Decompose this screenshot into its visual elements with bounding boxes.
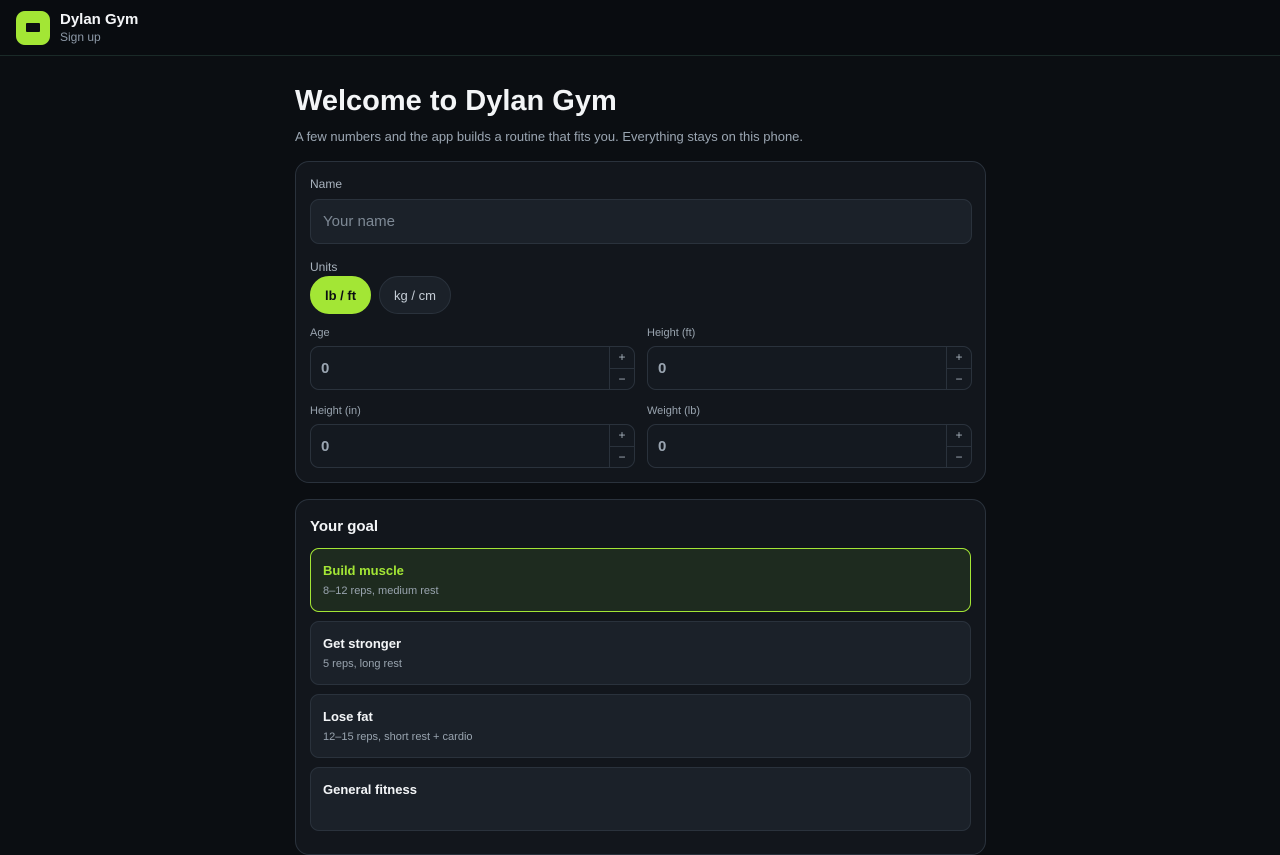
height-in-field: Height (in) + −: [310, 404, 635, 468]
measurements-grid: Age + − Height (ft) + −: [310, 326, 972, 468]
units-toggle: lb / ft kg / cm: [310, 276, 971, 314]
weight-label: Weight (lb): [647, 405, 700, 417]
signup-form: Welcome to Dylan Gym A few numbers and t…: [295, 56, 986, 855]
brand: Dylan Gym Sign up: [60, 10, 138, 45]
goal-option-desc: 12–15 reps, short rest + cardio: [323, 731, 473, 743]
height-in-label: Height (in): [310, 405, 361, 417]
top-bar: Dylan Gym Sign up: [0, 0, 1280, 56]
age-label: Age: [310, 327, 330, 339]
goal-option-name: Get stronger: [323, 636, 402, 651]
height-in-step-buttons: + −: [609, 425, 634, 467]
height-in-increment-button[interactable]: +: [610, 425, 634, 446]
units-imperial-button[interactable]: lb / ft: [310, 276, 372, 314]
app-subtitle: Sign up: [60, 30, 101, 44]
height-ft-label: Height (ft): [647, 327, 696, 339]
height-ft-stepper: + −: [647, 346, 972, 390]
page-subtitle: A few numbers and the app builds a routi…: [295, 129, 804, 144]
name-input[interactable]: [310, 199, 972, 244]
weight-input[interactable]: [648, 425, 946, 467]
name-label: Name: [310, 177, 343, 191]
height-in-input[interactable]: [311, 425, 609, 467]
weight-step-buttons: + −: [946, 425, 971, 467]
profile-card: Name Units lb / ft kg / cm Age + − Heigh…: [295, 161, 986, 483]
age-field: Age + −: [310, 326, 635, 390]
height-in-stepper: + −: [310, 424, 635, 468]
app-title: Dylan Gym: [60, 11, 139, 28]
dumbbell-icon: [16, 10, 50, 45]
page-title: Welcome to Dylan Gym: [295, 85, 617, 117]
goal-title: Your goal: [310, 518, 379, 535]
age-stepper: + −: [310, 346, 635, 390]
goal-option-name: Build muscle: [323, 563, 404, 578]
goal-card: Your goal Build muscle 8–12 reps, medium…: [295, 499, 986, 855]
goal-option-name: General fitness: [323, 782, 417, 797]
age-decrement-button[interactable]: −: [610, 367, 634, 390]
goal-option-lose-fat[interactable]: Lose fat 12–15 reps, short rest + cardio: [310, 694, 971, 758]
weight-stepper: + −: [647, 424, 972, 468]
goal-option-name: Lose fat: [323, 709, 373, 724]
height-ft-input[interactable]: [648, 347, 946, 389]
height-ft-step-buttons: + −: [946, 347, 971, 389]
height-ft-increment-button[interactable]: +: [947, 347, 971, 368]
weight-increment-button[interactable]: +: [947, 425, 971, 446]
units-label: Units: [310, 260, 338, 274]
units-metric-button[interactable]: kg / cm: [379, 276, 451, 314]
goal-option-build-muscle[interactable]: Build muscle 8–12 reps, medium rest: [310, 548, 971, 612]
logo-mark: [26, 23, 40, 32]
age-increment-button[interactable]: +: [610, 347, 634, 368]
weight-decrement-button[interactable]: −: [947, 445, 971, 468]
height-ft-decrement-button[interactable]: −: [947, 367, 971, 390]
height-in-decrement-button[interactable]: −: [610, 445, 634, 468]
height-ft-field: Height (ft) + −: [647, 326, 972, 390]
goal-option-desc: 5 reps, long rest: [323, 658, 402, 670]
weight-field: Weight (lb) + −: [647, 404, 972, 468]
age-input[interactable]: [311, 347, 609, 389]
age-step-buttons: + −: [609, 347, 634, 389]
goal-option-desc: 8–12 reps, medium rest: [323, 585, 439, 597]
goal-option-general-fitness[interactable]: General fitness: [310, 767, 971, 831]
goal-option-get-stronger[interactable]: Get stronger 5 reps, long rest: [310, 621, 971, 685]
